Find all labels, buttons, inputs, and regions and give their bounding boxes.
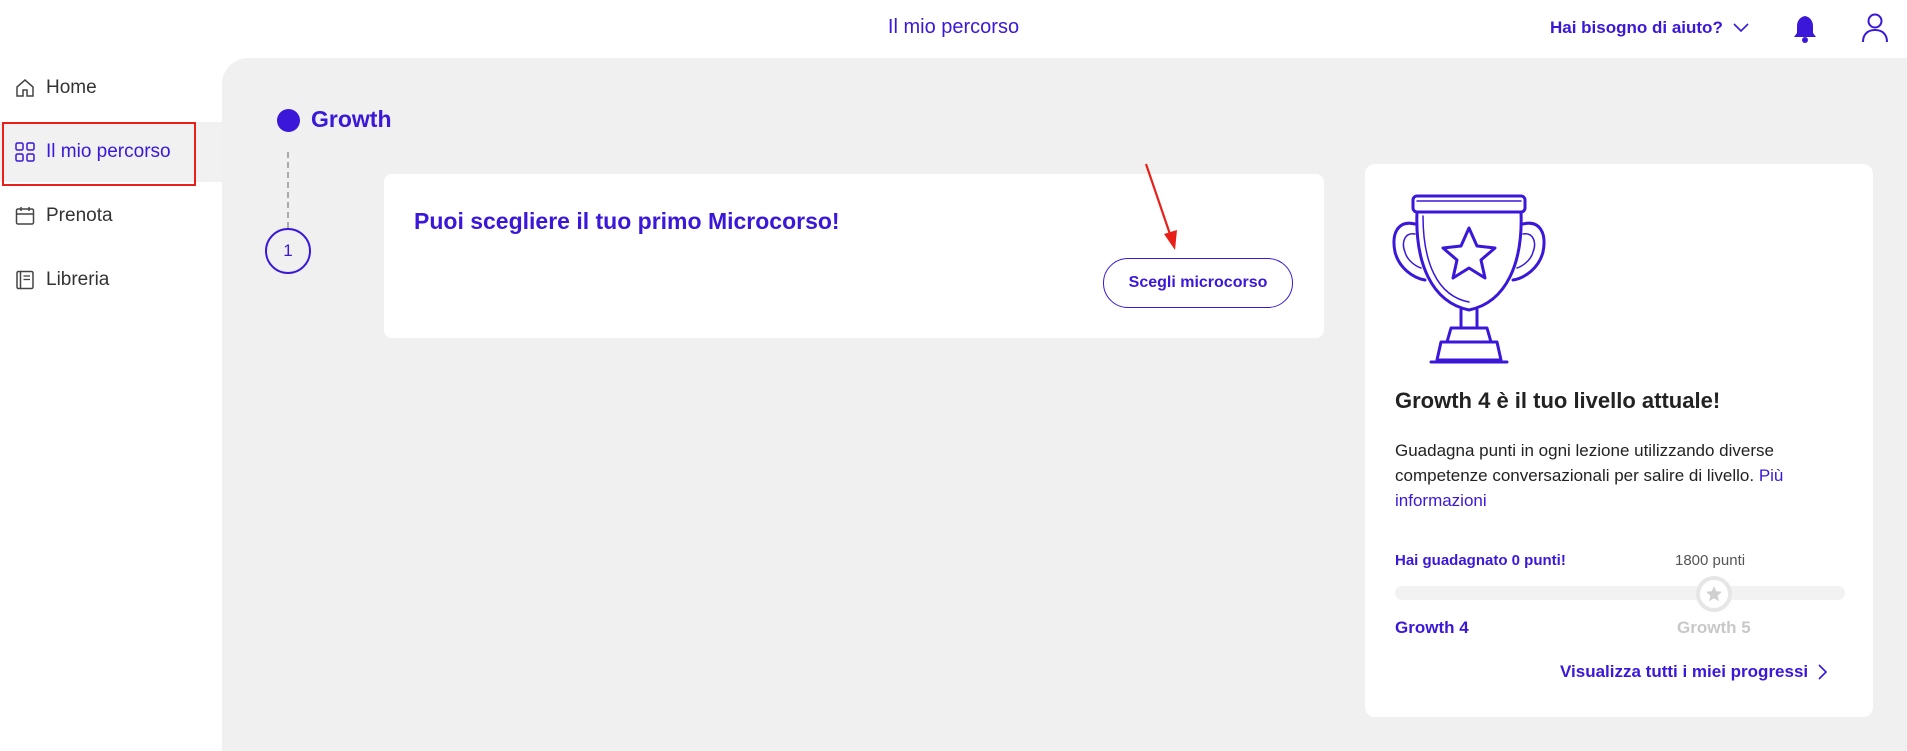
level-dot: [277, 109, 300, 132]
user-icon[interactable]: [1860, 12, 1890, 44]
home-icon: [16, 79, 34, 97]
annotation-arrow-icon: [1144, 163, 1177, 250]
choose-microcourse-button[interactable]: Scegli microcorso: [1103, 258, 1293, 308]
sidebar-item-label: Prenota: [46, 205, 113, 226]
level-heading: Growth: [311, 106, 392, 132]
view-progress-link[interactable]: Visualizza tutti i miei progressi: [1560, 662, 1828, 682]
next-level-label: Growth 5: [1677, 618, 1751, 637]
level-progress-bar: [1395, 586, 1845, 600]
sidebar-item-home[interactable]: Home: [0, 58, 222, 118]
points-target-label: 1800 punti: [1675, 552, 1746, 569]
sidebar-item-prenota[interactable]: Prenota: [0, 186, 222, 246]
book-icon: [16, 270, 34, 290]
level-description-text: Guadagna punti in ogni lezione utilizzan…: [1395, 441, 1774, 485]
sidebar: Home Il mio percorso Prenota Libreria: [0, 58, 222, 751]
calendar-icon: [15, 207, 35, 225]
path-connector: [287, 152, 289, 228]
sidebar-item-libreria[interactable]: Libreria: [0, 250, 222, 310]
grid-icon: [15, 142, 35, 162]
sidebar-item-label: Libreria: [46, 269, 110, 290]
help-label: Hai bisogno di aiuto?: [1550, 18, 1723, 37]
chevron-down-icon: [1733, 23, 1749, 33]
current-level-title: Growth 4 è il tuo livello attuale!: [1395, 388, 1721, 413]
sidebar-item-il-mio-percorso[interactable]: Il mio percorso: [0, 122, 222, 182]
top-bar: Il mio percorso Hai bisogno di aiuto?: [0, 0, 1907, 58]
bell-icon[interactable]: [1792, 14, 1818, 44]
current-level-label: Growth 4: [1395, 618, 1469, 637]
trophy-icon: [1392, 194, 1546, 364]
sidebar-item-label: Il mio percorso: [46, 141, 171, 162]
next-level-star-icon: [1696, 576, 1732, 612]
microcourse-card-title: Puoi scegliere il tuo primo Microcorso!: [414, 208, 840, 234]
sidebar-item-label: Home: [46, 77, 97, 98]
level-description: Guadagna punti in ogni lezione utilizzan…: [1395, 438, 1845, 513]
step-number-badge: 1: [265, 228, 311, 274]
level-card: Growth 4 è il tuo livello attuale! Guada…: [1365, 164, 1873, 717]
chevron-right-icon: [1818, 664, 1828, 680]
view-progress-label: Visualizza tutti i miei progressi: [1560, 662, 1809, 681]
points-earned-label: Hai guadagnato 0 punti!: [1395, 552, 1566, 569]
help-dropdown[interactable]: Hai bisogno di aiuto?: [1550, 18, 1749, 38]
